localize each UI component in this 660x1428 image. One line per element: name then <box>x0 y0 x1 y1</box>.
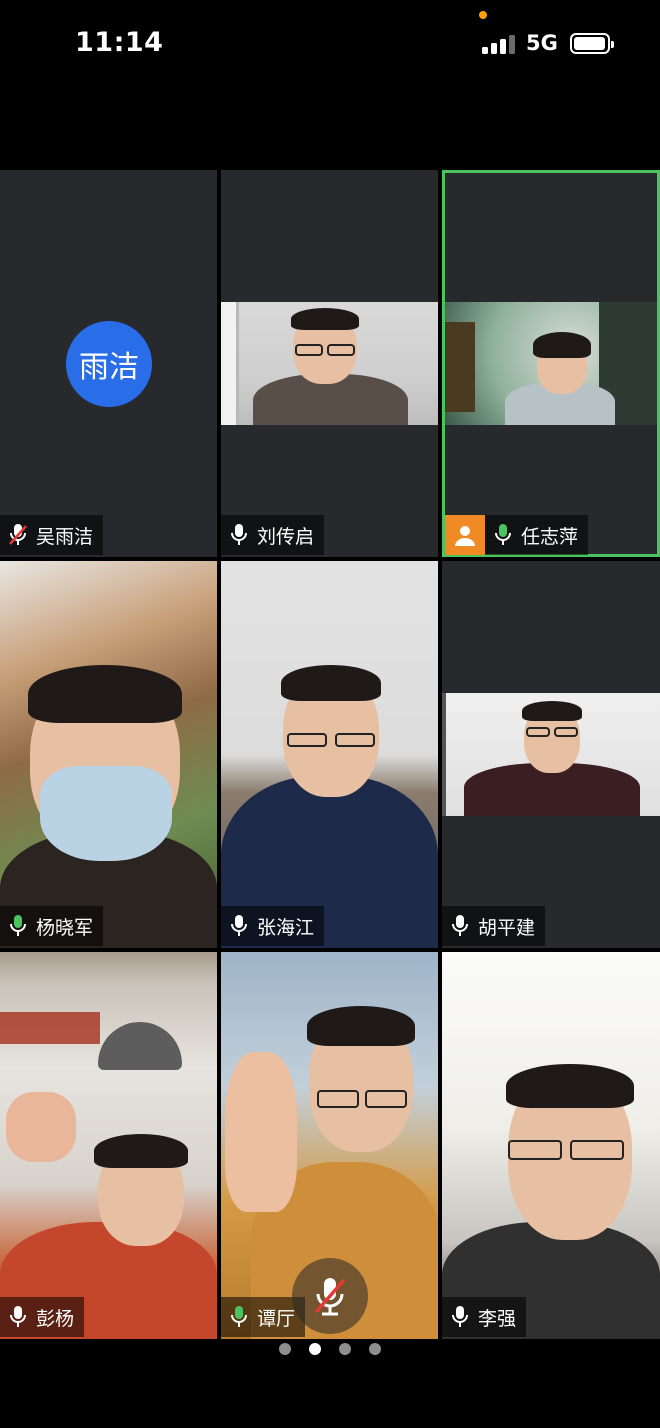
participant-name-tag: 李强 <box>442 1297 527 1337</box>
microphone-muted-icon <box>6 521 30 549</box>
microphone-speaking-icon <box>6 912 30 940</box>
mute-toggle-button[interactable] <box>292 1258 368 1334</box>
participant-name: 李强 <box>478 1307 517 1330</box>
host-badge-person-icon <box>445 515 485 555</box>
participant-tile[interactable]: 彭杨 <box>0 952 217 1339</box>
participant-tile[interactable]: 李强 <box>442 952 660 1339</box>
microphone-icon <box>448 912 472 940</box>
page-indicator <box>0 1343 660 1361</box>
status-bar: 11:14 5G <box>0 0 660 90</box>
page-dot[interactable] <box>279 1343 291 1355</box>
participant-name: 任志萍 <box>521 525 579 548</box>
participant-video <box>0 952 217 1339</box>
participant-tile[interactable]: 胡平建 <box>442 561 660 948</box>
participant-tile[interactable]: 雨洁 吴雨洁 <box>0 170 217 557</box>
participant-name: 谭厅 <box>257 1307 296 1330</box>
network-type: 5G <box>526 31 558 55</box>
microphone-muted-icon <box>314 1278 346 1316</box>
participant-name: 胡平建 <box>478 916 536 939</box>
participant-name: 吴雨洁 <box>36 525 94 548</box>
participant-name-tag: 胡平建 <box>442 906 546 946</box>
participant-name-tag: 刘传启 <box>221 515 325 555</box>
participant-name: 刘传启 <box>257 525 315 548</box>
participant-video <box>442 693 660 816</box>
microphone-icon <box>6 1303 30 1331</box>
participant-name: 彭杨 <box>36 1307 75 1330</box>
participant-tile-active-speaker[interactable]: 任志萍 <box>442 170 660 557</box>
microphone-icon <box>227 912 251 940</box>
participant-tile[interactable]: 杨晓军 <box>0 561 217 948</box>
participant-name-tag: 吴雨洁 <box>0 515 104 555</box>
participant-name-tag: 杨晓军 <box>0 906 104 946</box>
privacy-indicator-dot <box>479 11 487 19</box>
participant-video <box>0 561 217 948</box>
battery-icon <box>570 33 614 54</box>
microphone-speaking-icon <box>227 1303 251 1331</box>
participant-name-tag: 张海江 <box>221 906 325 946</box>
participant-video <box>221 302 438 425</box>
participant-video <box>445 302 657 425</box>
participant-name-tag: 任志萍 <box>445 515 589 555</box>
participant-name-tag: 彭杨 <box>0 1297 85 1337</box>
participant-tile[interactable]: 张海江 <box>221 561 438 948</box>
microphone-icon <box>227 521 251 549</box>
participant-video <box>442 952 660 1339</box>
participant-tile[interactable]: 刘传启 <box>221 170 438 557</box>
microphone-speaking-icon <box>491 521 515 549</box>
participant-video <box>221 561 438 948</box>
cellular-signal-icon <box>482 34 516 54</box>
participant-name: 杨晓军 <box>36 916 94 939</box>
participant-name: 张海江 <box>257 916 315 939</box>
participant-avatar: 雨洁 <box>66 321 152 407</box>
page-dot[interactable] <box>339 1343 351 1355</box>
status-time: 11:14 <box>75 27 164 58</box>
video-grid: 雨洁 吴雨洁 刘传启 任志萍 杨晓军 张海江 胡平建 彭杨 谭厅 李强 <box>0 170 660 1339</box>
microphone-icon <box>448 1303 472 1331</box>
page-dot-current[interactable] <box>309 1343 321 1355</box>
page-dot[interactable] <box>369 1343 381 1355</box>
